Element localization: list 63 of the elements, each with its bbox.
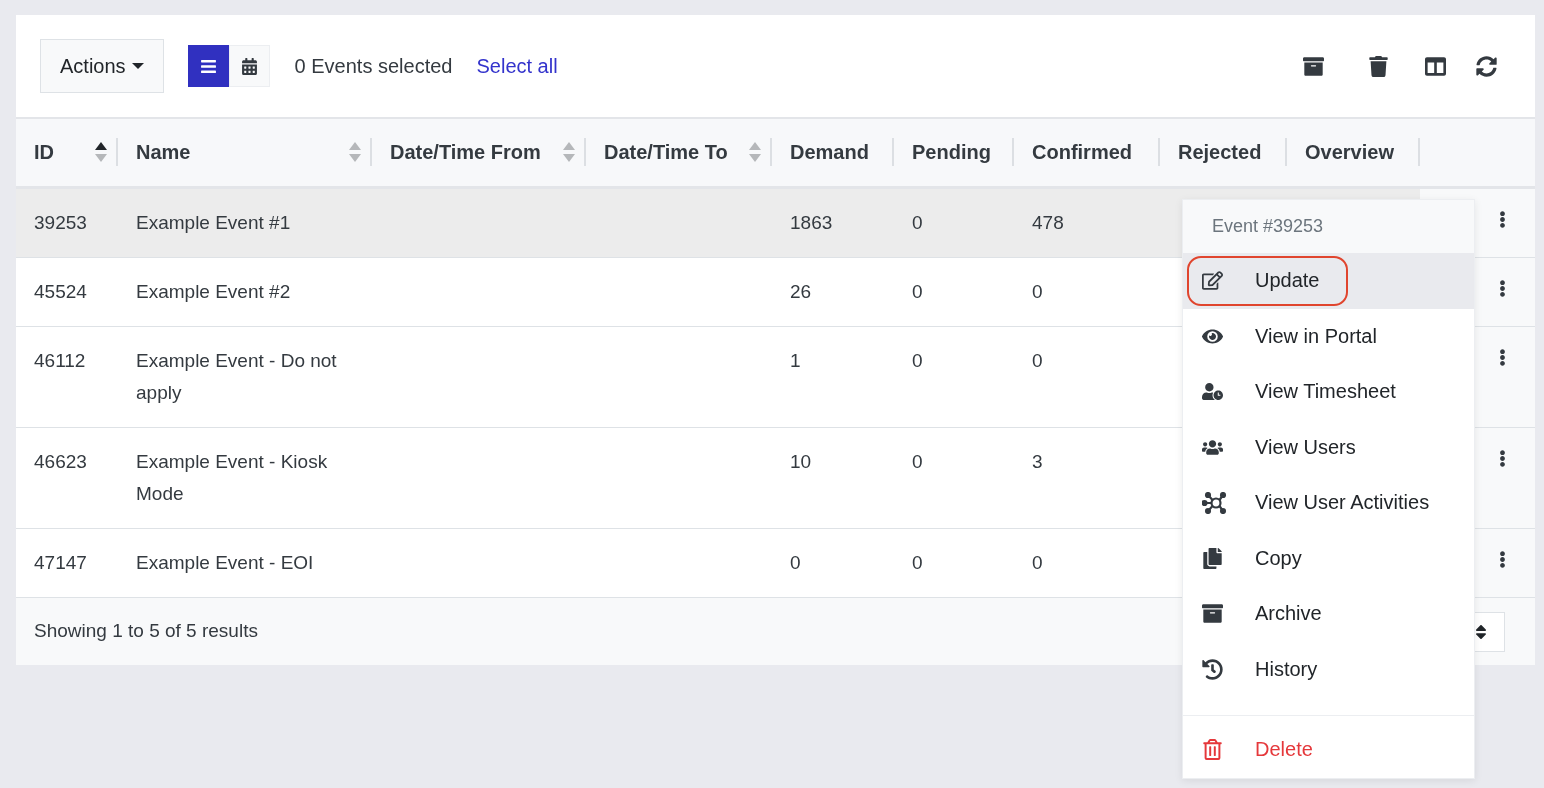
table-cell: 39253: [34, 211, 87, 233]
archive-icon: [1202, 603, 1223, 625]
table-cell-text: Example Event #1: [136, 210, 292, 235]
table-cell: 0: [1032, 551, 1043, 573]
sort-icon[interactable]: [94, 141, 108, 164]
refresh-icon[interactable]: [1476, 55, 1497, 77]
menu-item[interactable]: Delete: [1183, 722, 1474, 778]
table-cell-text: Example Event #2: [136, 279, 292, 304]
selection-count: 0 Events selected: [294, 54, 453, 78]
select-all-link[interactable]: Select all: [476, 54, 558, 78]
column-header[interactable]: ID: [34, 140, 54, 164]
menu-item[interactable]: Archive: [1183, 586, 1474, 642]
table-cell-text: Example Event - EOI: [136, 550, 315, 575]
table-cell: 26: [790, 280, 812, 302]
menu-item[interactable]: View Timesheet: [1183, 364, 1474, 420]
table-cell: 0: [1032, 280, 1043, 302]
column-header: Overview: [1305, 140, 1394, 164]
table-cell: 478: [1032, 211, 1064, 233]
menu-item[interactable]: Update: [1183, 253, 1474, 309]
list-icon: [199, 57, 217, 75]
menu-title: Event #39253: [1183, 200, 1474, 253]
table-cell: 1863: [790, 211, 833, 233]
table-cell-text: Example Event - Kiosk Mode: [136, 449, 329, 506]
table-cell: 0: [912, 211, 923, 233]
calendar-icon: [240, 57, 258, 75]
columns-icon[interactable]: [1425, 55, 1446, 77]
trash-icon: [1202, 739, 1223, 761]
table-cell: 0: [912, 280, 923, 302]
menu-item[interactable]: View Users: [1183, 419, 1474, 475]
list-view-button[interactable]: [187, 45, 229, 87]
column-header: Confirmed: [1032, 140, 1132, 164]
menu-item[interactable]: View in Portal: [1183, 308, 1474, 364]
actions-dropdown[interactable]: Actions: [40, 39, 164, 93]
table-cell-text: Example Event - Do not apply: [136, 348, 338, 405]
results-summary: Showing 1 to 5 of 5 results: [34, 620, 258, 642]
table-cell: 10: [790, 450, 812, 472]
history-icon: [1202, 658, 1223, 680]
menu-item[interactable]: View User Activities: [1183, 475, 1474, 531]
table-cell: 3: [1032, 450, 1043, 472]
menu-item[interactable]: Copy: [1183, 530, 1474, 586]
edit-icon: [1202, 270, 1223, 292]
caret-icon: [131, 62, 144, 70]
copy-icon: [1202, 547, 1223, 569]
column-header: Rejected: [1178, 140, 1262, 164]
table-cell: 1: [790, 349, 801, 371]
column-header: Pending: [912, 140, 991, 164]
column-header[interactable]: Name: [136, 140, 191, 164]
table-cell: 45524: [34, 280, 87, 302]
table-cell: 47147: [34, 551, 87, 573]
table-cell: 0: [790, 551, 801, 573]
archive-icon[interactable]: [1303, 55, 1324, 77]
user-clock-icon: [1202, 381, 1223, 403]
network-icon: [1202, 491, 1228, 514]
calendar-view-button[interactable]: [228, 45, 270, 87]
table-cell: 0: [912, 450, 923, 472]
table-cell: 46623: [34, 450, 87, 472]
table-cell: 0: [1032, 349, 1043, 371]
column-header: Demand: [790, 140, 869, 164]
table-cell: 0: [912, 551, 923, 573]
menu-item[interactable]: History: [1183, 641, 1474, 697]
table-cell: 0: [912, 349, 923, 371]
table-cell: 46112: [34, 349, 86, 371]
trash-icon[interactable]: [1368, 55, 1389, 77]
